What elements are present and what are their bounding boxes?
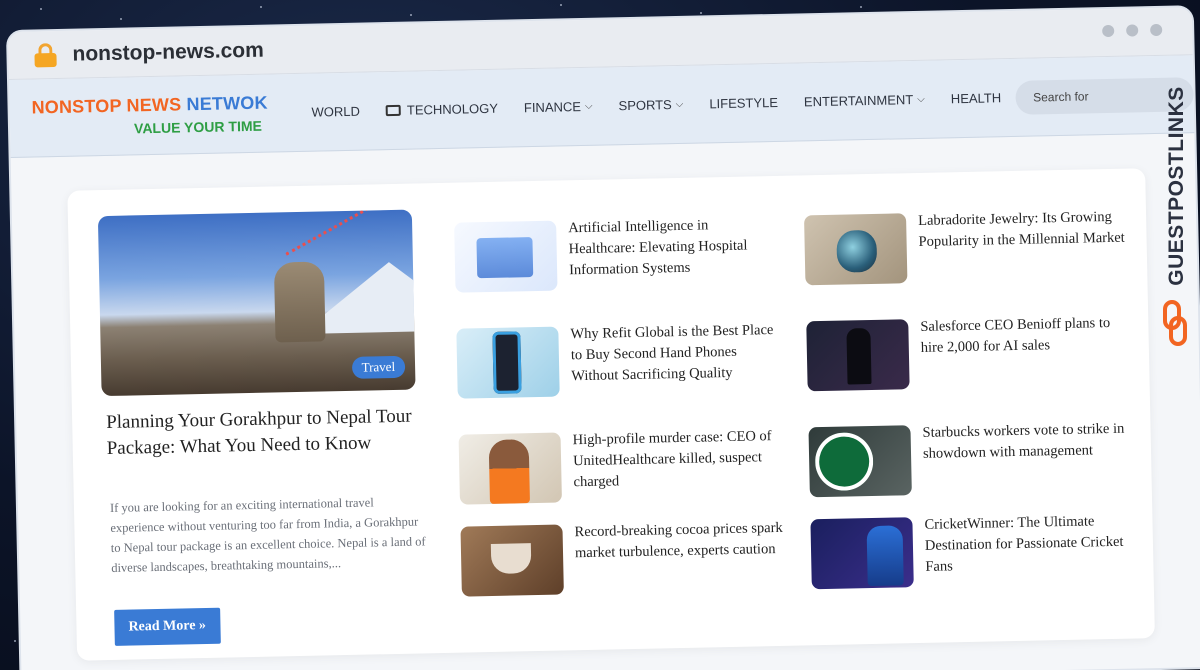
window-dot-icon[interactable]: [1102, 24, 1115, 38]
watermark-text: GUESTPOSTLINKS: [1165, 86, 1188, 286]
post-thumbnail[interactable]: [460, 524, 564, 597]
news-grid: Travel Planning Your Gorakhpur to Nepal …: [67, 168, 1155, 661]
main-nav: WORLD TECHNOLOGY FINANCE ⌵ SPORTS ⌵ LIFEST…: [311, 90, 1001, 119]
url-text[interactable]: nonstop-news.com: [72, 38, 264, 66]
nav-item-health[interactable]: HEALTH: [951, 90, 1002, 106]
post-title[interactable]: Artificial Intelligence in Healthcare: E…: [568, 214, 779, 281]
featured-excerpt: If you are looking for an exciting inter…: [109, 495, 426, 575]
nav-item-finance[interactable]: FINANCE ⌵: [524, 99, 593, 115]
post-thumbnail[interactable]: [808, 425, 912, 498]
post-item[interactable]: Starbucks workers vote to strike in show…: [808, 420, 1140, 513]
link-chain-icon: [1163, 300, 1187, 346]
featured-title[interactable]: Planning Your Gorakhpur to Nepal Tour Pa…: [106, 403, 427, 462]
nav-label: WORLD: [311, 103, 361, 120]
nav-item-entertainment[interactable]: ENTERTAINMENT ⌵: [803, 92, 925, 110]
post-thumbnail[interactable]: [456, 326, 560, 399]
laptop-icon: [385, 104, 402, 117]
window-dot-icon[interactable]: [1150, 23, 1163, 37]
chevron-down-icon: ⌵: [675, 98, 684, 111]
nav-label: FINANCE: [523, 99, 582, 116]
post-title[interactable]: Salesforce CEO Benioff plans to hire 2,0…: [920, 313, 1131, 359]
brand-name-part1: NONSTOP NEWS: [31, 94, 187, 118]
nav-item-lifestyle[interactable]: LIFESTYLE: [709, 95, 778, 111]
category-badge[interactable]: Travel: [351, 355, 406, 379]
post-title[interactable]: Record-breaking cocoa prices spark marke…: [574, 518, 785, 564]
guestpostlinks-watermark: GUESTPOSTLINKS: [1160, 54, 1194, 354]
nav-label: LIFESTYLE: [709, 94, 779, 112]
chevron-down-icon: ⌵: [917, 93, 925, 105]
featured-image[interactable]: Travel: [97, 209, 416, 397]
post-thumbnail[interactable]: [804, 213, 908, 286]
post-item[interactable]: High-profile murder case: CEO of UnitedH…: [458, 426, 791, 521]
post-item[interactable]: Record-breaking cocoa prices spark marke…: [460, 520, 792, 613]
post-item[interactable]: Labradorite Jewelry: Its Growing Popular…: [804, 208, 1136, 301]
post-item[interactable]: Artificial Intelligence in Healthcare: E…: [454, 216, 786, 309]
brand-name-part2: NETWOK: [186, 92, 268, 115]
window-dot-icon[interactable]: [1126, 24, 1139, 37]
brand-name: NONSTOP NEWS NETWOK: [31, 92, 311, 119]
nav-item-technology[interactable]: TECHNOLOGY: [385, 100, 499, 118]
browser-window: nonstop-news.com NONSTOP NEWS NETWOK VAL…: [8, 7, 1200, 670]
post-thumbnail[interactable]: [806, 319, 910, 392]
nav-item-world[interactable]: WORLD: [311, 104, 360, 120]
nav-label: HEALTH: [950, 90, 1002, 107]
post-thumbnail[interactable]: [810, 517, 914, 590]
nav-item-sports[interactable]: SPORTS ⌵: [618, 97, 683, 113]
brand-tagline: VALUE YOUR TIME: [133, 117, 263, 137]
nav-label: ENTERTAINMENT: [803, 92, 914, 110]
nav-label: SPORTS: [618, 97, 672, 114]
site-logo[interactable]: NONSTOP NEWS NETWOK VALUE YOUR TIME: [31, 92, 312, 139]
post-thumbnail[interactable]: [458, 432, 562, 505]
post-thumbnail[interactable]: [454, 220, 558, 293]
post-title[interactable]: CricketWinner: The Ultimate Destination …: [924, 511, 1135, 578]
lock-icon: [34, 42, 57, 67]
post-item[interactable]: CricketWinner: The Ultimate Destination …: [810, 512, 1142, 605]
read-more-button[interactable]: Read More »: [114, 607, 221, 646]
post-item[interactable]: Salesforce CEO Benioff plans to hire 2,0…: [806, 314, 1138, 407]
chevron-down-icon: ⌵: [584, 100, 593, 112]
nav-label: TECHNOLOGY: [406, 100, 499, 118]
post-title[interactable]: High-profile murder case: CEO of UnitedH…: [572, 426, 783, 493]
post-item[interactable]: Why Refit Global is the Best Place to Bu…: [456, 322, 788, 415]
post-title[interactable]: Starbucks workers vote to strike in show…: [922, 419, 1133, 465]
post-title[interactable]: Why Refit Global is the Best Place to Bu…: [570, 320, 781, 387]
window-controls: [1102, 23, 1163, 38]
post-title[interactable]: Labradorite Jewelry: Its Growing Popular…: [918, 207, 1129, 253]
